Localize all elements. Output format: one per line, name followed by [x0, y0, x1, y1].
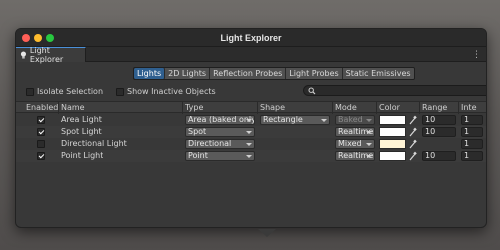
table-row[interactable]: Area Light Area (baked only) Rectangle B…: [16, 114, 486, 126]
table-row[interactable]: Directional Light Directional Mixed 1: [16, 138, 486, 150]
column-enabled[interactable]: Enabled: [26, 103, 58, 112]
type-dropdown[interactable]: Area (baked only): [185, 115, 255, 125]
isolate-selection-option[interactable]: Isolate Selection: [26, 87, 103, 96]
mode-value: Mixed: [338, 139, 362, 148]
isolate-selection-checkbox[interactable]: [26, 87, 34, 96]
light-name: Directional Light: [61, 139, 127, 148]
light-bulb-icon: [20, 50, 27, 59]
show-inactive-label: Show Inactive Objects: [127, 87, 216, 96]
mode-dropdown[interactable]: Baked: [335, 115, 375, 125]
more-options-icon[interactable]: ⋮: [472, 50, 481, 60]
category-toolbar: Lights 2D Lights Reflection Probes Light…: [133, 67, 415, 80]
mode-dropdown[interactable]: Realtime: [335, 127, 375, 137]
enabled-checkbox[interactable]: [37, 140, 45, 148]
tab-static-emissives[interactable]: Static Emissives: [342, 68, 414, 79]
eyedropper-icon[interactable]: [409, 151, 417, 161]
tab-light-explorer[interactable]: Light Explorer: [16, 46, 86, 64]
color-swatch[interactable]: [379, 139, 406, 149]
eyedropper-icon[interactable]: [409, 127, 417, 137]
search-icon: [308, 87, 316, 95]
type-dropdown[interactable]: Spot: [185, 127, 255, 137]
tab-reflection-probes[interactable]: Reflection Probes: [210, 68, 287, 79]
column-mode[interactable]: Mode: [335, 103, 375, 112]
tab-2d-lights[interactable]: 2D Lights: [165, 68, 211, 79]
tab-label: Light Explorer: [29, 46, 64, 64]
type-dropdown[interactable]: Directional: [185, 139, 255, 149]
shape-dropdown[interactable]: Rectangle: [260, 115, 330, 125]
color-swatch[interactable]: [379, 127, 406, 137]
window-title: Light Explorer: [220, 33, 282, 43]
tab-lights[interactable]: Lights: [134, 68, 166, 79]
intensity-field[interactable]: 1: [461, 151, 483, 161]
light-name: Point Light: [61, 151, 104, 160]
light-name: Area Light: [61, 115, 102, 124]
isolate-selection-label: Isolate Selection: [37, 87, 104, 96]
enabled-checkbox[interactable]: [37, 152, 45, 160]
type-value: Area (baked only): [188, 115, 255, 124]
enabled-checkbox[interactable]: [37, 128, 45, 136]
popover-pointer: [258, 229, 276, 237]
type-dropdown[interactable]: Point: [185, 151, 255, 161]
table-row[interactable]: Point Light Point Realtime 10 1: [16, 150, 486, 162]
column-name[interactable]: Name: [61, 103, 181, 112]
type-value: Directional: [188, 139, 232, 148]
show-inactive-checkbox[interactable]: [116, 87, 124, 96]
tab-light-probes[interactable]: Light Probes: [286, 68, 343, 79]
search-input[interactable]: [303, 85, 486, 96]
color-swatch[interactable]: [379, 115, 406, 125]
type-value: Point: [188, 151, 208, 160]
light-explorer-window: Light Explorer Light Explorer ⋮ Lights 2…: [15, 28, 487, 228]
column-range[interactable]: Range: [422, 103, 458, 112]
eyedropper-icon[interactable]: [409, 115, 417, 125]
tab-strip: Light Explorer ⋮: [16, 46, 486, 64]
range-field[interactable]: 10: [422, 127, 456, 137]
color-swatch[interactable]: [379, 151, 406, 161]
range-field[interactable]: 10: [422, 115, 456, 125]
eyedropper-icon[interactable]: [409, 139, 417, 149]
mode-value: Baked: [338, 115, 363, 124]
title-bar[interactable]: Light Explorer: [16, 29, 486, 47]
intensity-field[interactable]: 1: [461, 139, 483, 149]
lights-table: Enabled Name Type Shape Mode Color Range…: [16, 101, 486, 215]
intensity-field[interactable]: 1: [461, 115, 483, 125]
column-shape[interactable]: Shape: [260, 103, 330, 112]
shape-value: Rectangle: [263, 115, 303, 124]
range-field[interactable]: 10: [422, 151, 456, 161]
intensity-field[interactable]: 1: [461, 127, 483, 137]
column-intensity[interactable]: Inte: [461, 103, 481, 112]
mode-dropdown[interactable]: Realtime: [335, 151, 375, 161]
column-type[interactable]: Type: [185, 103, 255, 112]
table-row[interactable]: Spot Light Spot Realtime 10 1: [16, 126, 486, 138]
type-value: Spot: [188, 127, 207, 136]
show-inactive-option[interactable]: Show Inactive Objects: [116, 87, 216, 96]
mode-dropdown[interactable]: Mixed: [335, 139, 375, 149]
column-color[interactable]: Color: [379, 103, 419, 112]
table-header: Enabled Name Type Shape Mode Color Range…: [16, 101, 486, 114]
light-name: Spot Light: [61, 127, 102, 136]
enabled-checkbox[interactable]: [37, 116, 45, 124]
